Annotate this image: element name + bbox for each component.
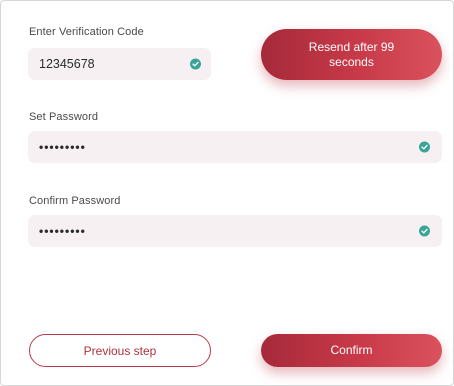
check-icon <box>419 225 430 237</box>
set-password-input[interactable]: ••••••••• <box>28 131 442 163</box>
previous-step-button[interactable]: Previous step <box>29 334 211 367</box>
resend-code-button[interactable]: Resend after 99 seconds <box>261 29 442 80</box>
set-password-value: ••••••••• <box>39 140 86 154</box>
check-icon <box>190 58 201 70</box>
confirm-password-value: ••••••••• <box>39 224 86 238</box>
set-password-label: Set Password <box>29 111 99 123</box>
confirm-password-input[interactable]: ••••••••• <box>28 215 442 247</box>
verification-code-input[interactable]: 12345678 <box>28 48 211 80</box>
verification-code-value: 12345678 <box>39 57 95 71</box>
verification-code-label: Enter Verification Code <box>29 26 144 38</box>
form-panel: Enter Verification Code 12345678 Resend … <box>0 0 454 386</box>
confirm-password-label: Confirm Password <box>29 195 121 207</box>
check-icon <box>419 141 430 153</box>
confirm-button[interactable]: Confirm <box>261 334 442 367</box>
